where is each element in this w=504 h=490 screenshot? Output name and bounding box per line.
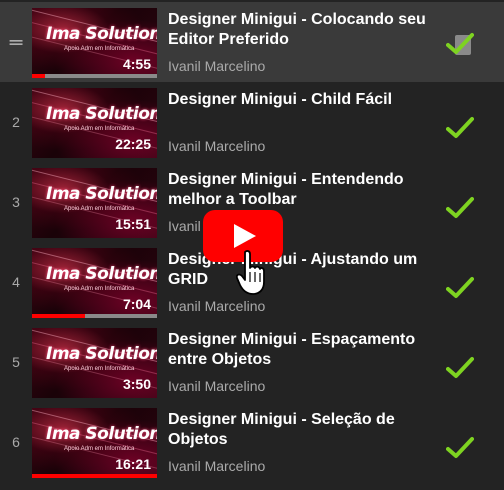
video-title[interactable]: Designer Minigui - Espaçamento entre Obj… xyxy=(168,330,438,370)
checkmark-icon xyxy=(446,277,474,298)
video-thumbnail[interactable]: Ima Solutions Apoio Adm em Informática 7:0… xyxy=(32,248,157,318)
checkmark-icon xyxy=(446,357,474,378)
playlist-item[interactable]: ═ Ima Solutions Apoio Adm em Informática 4:… xyxy=(0,2,504,82)
watch-progress-bar xyxy=(32,314,157,318)
video-duration: 4:55 xyxy=(122,56,151,72)
video-title[interactable]: Designer Minigui - Child Fácil xyxy=(168,90,438,110)
video-thumbnail[interactable]: Ima Solutions Apoio Adm em Informática 3:5… xyxy=(32,328,157,398)
thumbnail-brand: Ima Solutions xyxy=(46,104,157,124)
watch-progress-fill xyxy=(32,474,157,478)
item-index: 6 xyxy=(12,434,20,450)
watch-progress-fill xyxy=(32,314,85,318)
playlist-item[interactable]: 5 Ima Solutions Apoio Adm em Informática 3:… xyxy=(0,322,504,402)
video-title[interactable]: Designer Minigui - Entendendo melhor a T… xyxy=(168,170,438,210)
video-author: Ivanil Marcelino xyxy=(168,58,266,74)
video-duration: 7:04 xyxy=(122,296,151,312)
item-index: 4 xyxy=(12,274,20,290)
thumbnail-brand: Ima Solutions xyxy=(46,344,157,364)
item-index: 5 xyxy=(12,354,20,370)
checkmark-icon xyxy=(446,117,474,138)
watch-progress-bar xyxy=(32,74,157,78)
thumbnail-brand: Ima Solutions xyxy=(46,424,157,444)
checkmark-icon xyxy=(446,437,474,458)
playlist-item[interactable]: 6 Ima Solutions Apoio Adm em Informática 16… xyxy=(0,402,504,482)
checkmark-icon xyxy=(446,33,474,55)
drag-handle-icon[interactable]: ═ xyxy=(0,2,32,82)
playlist-item[interactable]: 2 Ima Solutions Apoio Adm em Informática 22… xyxy=(0,82,504,162)
thumbnail-brand: Ima Solutions xyxy=(46,264,157,284)
thumbnail-tagline: Apoio Adm em Informática xyxy=(64,366,135,372)
thumbnail-tagline: Apoio Adm em Informática xyxy=(64,46,135,52)
hand-pointer-icon xyxy=(236,250,265,295)
video-thumbnail[interactable]: Ima Solutions Apoio Adm em Informática 22:… xyxy=(32,88,157,158)
video-title[interactable]: Designer Minigui - Colocando seu Editor … xyxy=(168,10,438,50)
checkmark-icon xyxy=(446,197,474,218)
video-thumbnail[interactable]: Ima Solutions Apoio Adm em Informática 4:5… xyxy=(32,8,157,78)
watch-progress-fill xyxy=(32,74,45,78)
thumbnail-tagline: Apoio Adm em Informática xyxy=(64,286,135,292)
thumbnail-tagline: Apoio Adm em Informática xyxy=(64,446,135,452)
watch-progress-bar xyxy=(32,474,157,478)
video-author: Ivanil Marcelino xyxy=(168,378,266,394)
video-duration: 16:21 xyxy=(115,456,151,472)
thumbnail-tagline: Apoio Adm em Informática xyxy=(64,126,135,132)
video-duration: 15:51 xyxy=(115,216,151,232)
video-duration: 22:25 xyxy=(115,136,151,152)
video-author: Ivanil Marcelino xyxy=(168,458,266,474)
video-author: Ivanil Marcelino xyxy=(168,138,266,154)
video-author: Ivanil Marcelino xyxy=(168,298,266,314)
video-title[interactable]: Designer Minigui - Seleção de Objetos xyxy=(168,410,438,450)
thumbnail-tagline: Apoio Adm em Informática xyxy=(64,206,135,212)
video-thumbnail[interactable]: Ima Solutions Apoio Adm em Informática 16:… xyxy=(32,408,157,478)
video-thumbnail[interactable]: Ima Solutions Apoio Adm em Informática 15:… xyxy=(32,168,157,238)
thumbnail-brand: Ima Solutions xyxy=(46,24,157,44)
item-index: 3 xyxy=(12,194,20,210)
item-index: 2 xyxy=(12,114,20,130)
thumbnail-brand: Ima Solutions xyxy=(46,184,157,204)
video-duration: 3:50 xyxy=(122,376,151,392)
